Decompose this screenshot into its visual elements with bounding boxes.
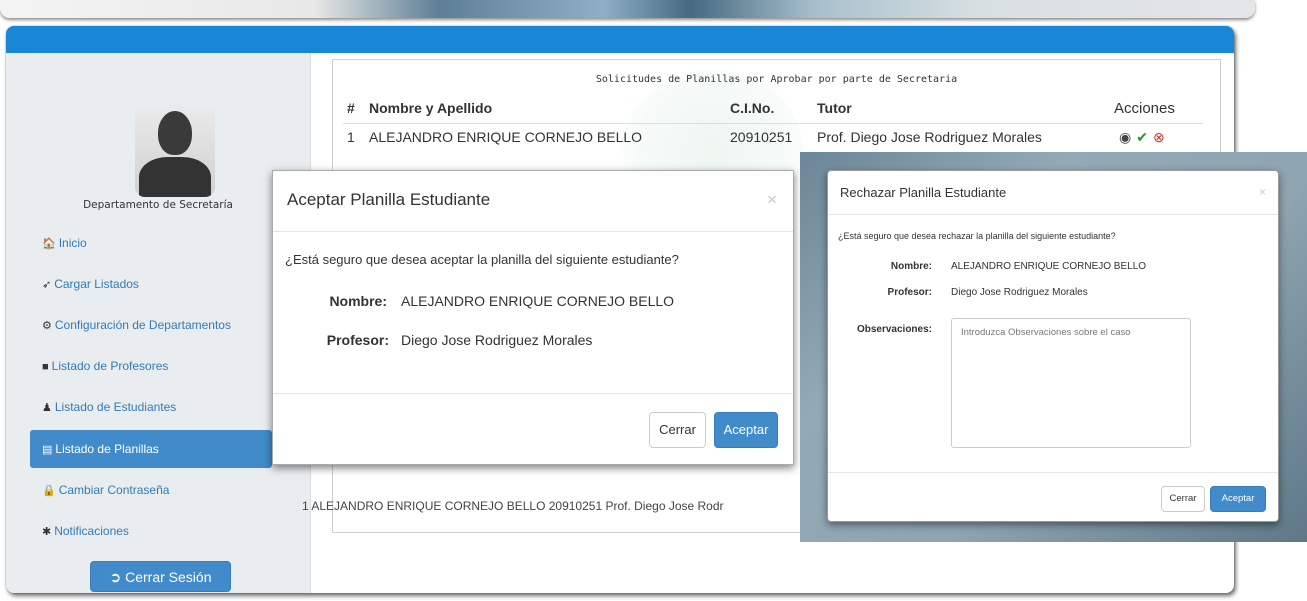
professor-value: Diego Jose Rodriguez Morales (951, 287, 1088, 298)
modal-divider (273, 231, 793, 232)
sidebar-item-configuracion[interactable]: ⚙ Configuración de Departamentos (30, 308, 272, 342)
column-header-name: Nombre y Apellido (369, 100, 493, 116)
close-icon[interactable]: × (767, 190, 777, 210)
logout-icon: ➲ (109, 569, 122, 585)
top-banner-image (0, 0, 1255, 18)
sidebar-item-label: Cargar Listados (54, 277, 139, 291)
professor-label: Profesor: (326, 332, 389, 348)
gear-icon: ⚙ (42, 320, 52, 332)
accept-check-icon[interactable]: ✔ (1136, 129, 1148, 145)
column-header-tutor: Tutor (817, 100, 852, 116)
logout-button[interactable]: ➲ Cerrar Sesión (90, 561, 231, 592)
reject-question: ¿Está seguro que desea rechazar la plani… (838, 231, 1116, 241)
row-actions: ◉ ✔ ⊗ (1119, 129, 1165, 146)
name-value: ALEJANDRO ENRIQUE CORNEJO BELLO (951, 261, 1147, 272)
modal-divider (273, 393, 793, 394)
sidebar-item-estudiantes[interactable]: ♟ Listado de Estudiantes (30, 390, 272, 424)
reject-modal: Rechazar Planilla Estudiante × ¿Está seg… (827, 170, 1279, 522)
sidebar-item-cargar-listados[interactable]: ➶ Cargar Listados (30, 267, 272, 301)
name-label: Nombre: (890, 261, 932, 272)
cancel-button[interactable]: Cerrar (649, 412, 706, 448)
lock-icon: 🔒 (42, 485, 56, 497)
sidebar: Departamento de Secretaría 🏠 Inicio ➶ Carg… (6, 53, 311, 593)
modal-divider (828, 214, 1278, 215)
sidebar-item-label: Inicio (58, 236, 87, 250)
background-row: 1 ALEJANDRO ENRIQUE CORNEJO BELLO 209102… (302, 499, 724, 513)
sidebar-item-label: Listado de Planillas (55, 442, 159, 456)
observations-textarea[interactable]: Introduzca Observaciones sobre el caso (951, 318, 1191, 448)
user-icon: ♟ (42, 402, 52, 414)
sidebar-item-label: Listado de Profesores (51, 359, 169, 373)
table-cell-tutor: Prof. Diego Jose Rodriguez Morales (817, 129, 1042, 145)
name-label: Nombre: (329, 293, 387, 309)
avatar (135, 101, 215, 197)
avatar-body-shape (139, 157, 211, 197)
accept-question: ¿Está seguro que desea aceptar la planil… (285, 252, 679, 267)
home-icon: 🏠 (42, 238, 56, 250)
accept-modal: Aceptar Planilla Estudiante × ¿Está segu… (272, 170, 794, 465)
table-divider (343, 123, 1203, 124)
sidebar-item-cambiar-contrasena[interactable]: 🔒 Cambiar Contraseña (30, 473, 272, 507)
column-header-actions: Acciones (1114, 100, 1175, 117)
close-icon[interactable]: × (1259, 185, 1266, 199)
observations-label: Observaciones: (856, 324, 932, 335)
department-name: Departamento de Secretaría (83, 199, 233, 211)
sidebar-item-inicio[interactable]: 🏠 Inicio (30, 226, 272, 260)
asterisk-icon: ✱ (42, 526, 52, 538)
sidebar-item-notificaciones[interactable]: ✱ Notificaciones (30, 514, 272, 548)
avatar-head-shape (158, 111, 192, 155)
sidebar-item-label: Notificaciones (54, 524, 129, 538)
cancel-button[interactable]: Cerrar (1161, 486, 1205, 512)
sidebar-item-profesores[interactable]: ■ Listado de Profesores (30, 349, 272, 383)
view-eye-icon[interactable]: ◉ (1119, 129, 1131, 145)
sidebar-item-label: Configuración de Departamentos (54, 318, 231, 332)
modal-divider (828, 472, 1278, 473)
blue-header-bar (6, 26, 1234, 53)
send-icon: ➶ (42, 279, 52, 291)
accept-modal-title: Aceptar Planilla Estudiante (287, 190, 491, 209)
sidebar-item-label: Listado de Estudiantes (54, 400, 177, 414)
table-cell-ci: 20910251 (730, 129, 793, 145)
logout-label: Cerrar Sesión (125, 569, 212, 585)
professor-label: Profesor: (887, 287, 932, 298)
accept-button[interactable]: Aceptar (714, 412, 778, 448)
column-header-number: # (347, 100, 355, 116)
sidebar-item-planillas[interactable]: ▤ Listado de Planillas (30, 430, 272, 468)
name-value: ALEJANDRO ENRIQUE CORNEJO BELLO (401, 293, 675, 309)
list-icon: ▤ (42, 444, 53, 456)
book-icon: ■ (42, 361, 49, 373)
table-cell-name: ALEJANDRO ENRIQUE CORNEJO BELLO (369, 129, 643, 145)
table-cell-number: 1 (347, 129, 355, 145)
reject-circle-x-icon[interactable]: ⊗ (1153, 129, 1165, 145)
table-title: Solicitudes de Planillas por Aprobar por… (595, 74, 958, 85)
column-header-ci: C.I.No. (730, 100, 775, 116)
professor-value: Diego Jose Rodriguez Morales (401, 332, 593, 348)
accept-button[interactable]: Aceptar (1210, 486, 1266, 512)
sidebar-item-label: Cambiar Contraseña (58, 483, 170, 497)
reject-modal-title: Rechazar Planilla Estudiante (840, 185, 1007, 200)
